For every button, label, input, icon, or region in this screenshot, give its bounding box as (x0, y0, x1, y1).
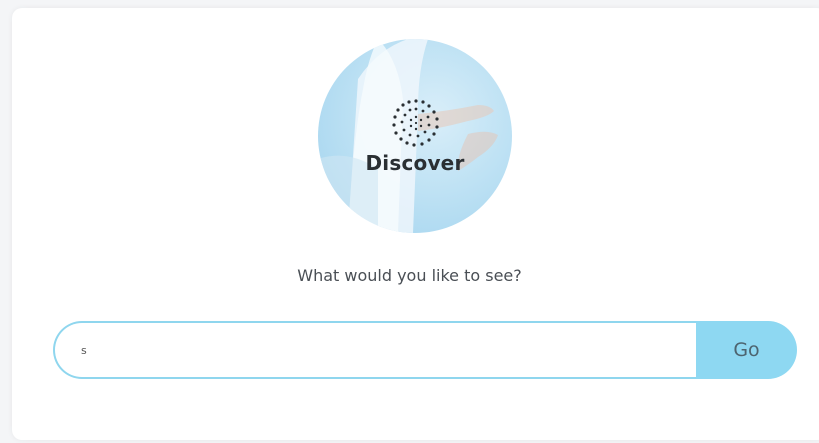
search-bar: Go (53, 321, 797, 379)
search-input[interactable] (53, 321, 724, 379)
discover-hero-image: Discover (318, 39, 512, 233)
search-prompt: What would you like to see? (297, 266, 522, 285)
hero-title: Discover (365, 151, 465, 175)
go-button[interactable]: Go (696, 321, 797, 379)
swirl-dots-logo-icon (392, 99, 439, 147)
